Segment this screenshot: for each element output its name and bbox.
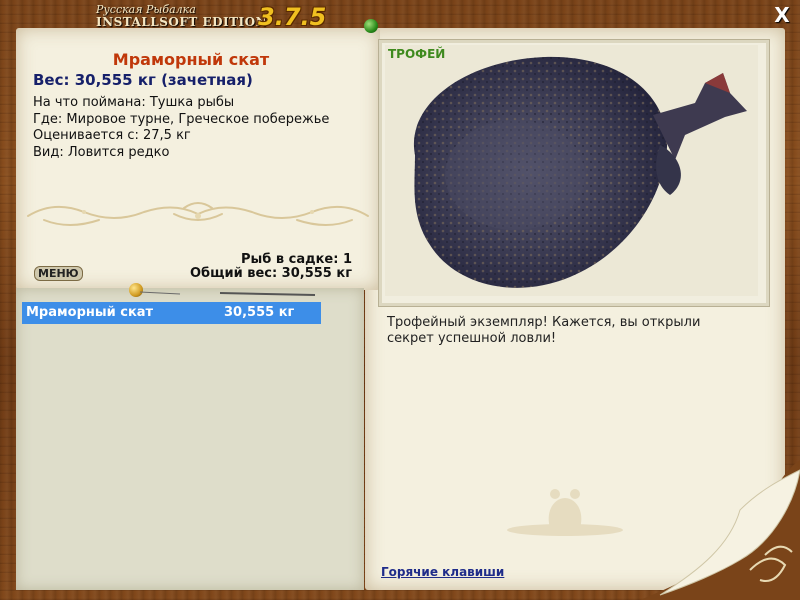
fish-weight: Вес: 30,555 кг (зачетная) — [33, 71, 253, 89]
fish-location: Где: Мировое турне, Греческое побережье — [33, 112, 330, 127]
game-logo: Русская Рыбалка INSTALLSOFT EDITION 3.7.… — [96, 3, 327, 31]
trophy-photo — [385, 45, 758, 296]
logo-version: 3.7.5 — [258, 3, 327, 31]
fish-bait: На что поймана: Тушка рыбы — [33, 95, 235, 110]
fish-value: Оценивается с: 27,5 кг — [33, 128, 191, 143]
keepnet-count: Рыб в садке: 1 — [240, 252, 352, 267]
trophy-message: Трофейный экземпляр! Кажется, вы открыли… — [387, 315, 701, 346]
keepnet-list-panel — [16, 288, 364, 590]
decorative-ornament-icon — [27, 202, 369, 226]
menu-button[interactable]: МЕНЮ — [34, 266, 83, 281]
keepnet-total-weight: Общий вес: 30,555 кг — [189, 266, 352, 281]
marbled-ray-image — [413, 56, 747, 288]
green-pin-icon — [364, 19, 378, 33]
logo-title-edition: INSTALLSOFT EDITION — [96, 15, 268, 29]
page-curl-icon — [640, 460, 800, 600]
needle-line-icon — [140, 291, 316, 296]
hotkeys-link[interactable]: Горячие клавиши — [381, 565, 504, 579]
list-item-weight: 30,555 кг — [224, 305, 295, 320]
list-item-name: Мраморный скат — [26, 305, 154, 320]
fish-name-title: Мраморный скат — [112, 50, 270, 69]
trophy-label: ТРОФЕЙ — [388, 47, 446, 61]
list-item[interactable]: Мраморный скат 30,555 кг — [22, 302, 321, 324]
close-button[interactable]: X — [770, 4, 794, 26]
fish-kind: Вид: Ловится редко — [33, 145, 170, 160]
